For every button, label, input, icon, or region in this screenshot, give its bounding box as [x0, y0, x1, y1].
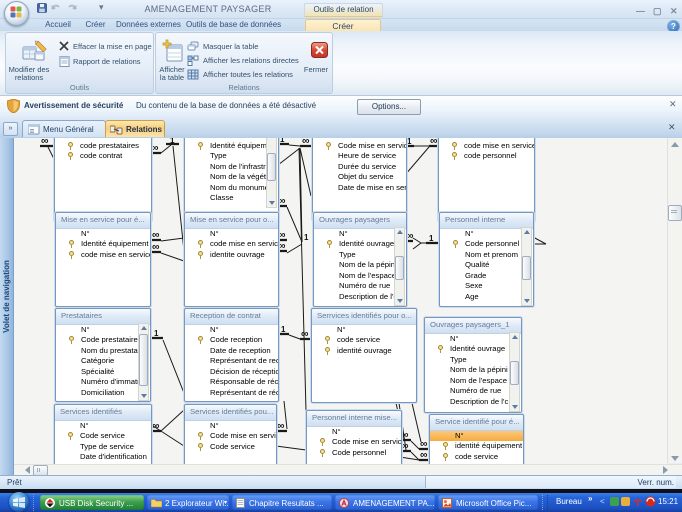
svg-text:∞: ∞	[420, 449, 428, 461]
svg-text:∞: ∞	[430, 138, 438, 147]
svg-text:1: 1	[304, 233, 309, 242]
svg-text:∞: ∞	[41, 138, 49, 147]
svg-text:∞: ∞	[152, 241, 160, 253]
svg-text:∞: ∞	[401, 440, 409, 452]
svg-text:∞: ∞	[151, 142, 159, 154]
svg-text:1: 1	[154, 329, 159, 338]
svg-text:∞: ∞	[302, 138, 310, 147]
svg-text:∞: ∞	[406, 230, 414, 242]
svg-text:1: 1	[170, 138, 175, 145]
svg-text:∞: ∞	[301, 328, 309, 340]
svg-text:1: 1	[407, 138, 412, 146]
svg-text:1: 1	[429, 234, 434, 243]
svg-text:1: 1	[281, 325, 286, 334]
svg-text:∞: ∞	[277, 420, 285, 432]
svg-text:∞: ∞	[278, 240, 286, 252]
svg-text:∞: ∞	[152, 229, 160, 241]
svg-text:1: 1	[280, 138, 285, 144]
svg-text:∞: ∞	[278, 195, 286, 207]
svg-text:∞: ∞	[152, 420, 160, 432]
